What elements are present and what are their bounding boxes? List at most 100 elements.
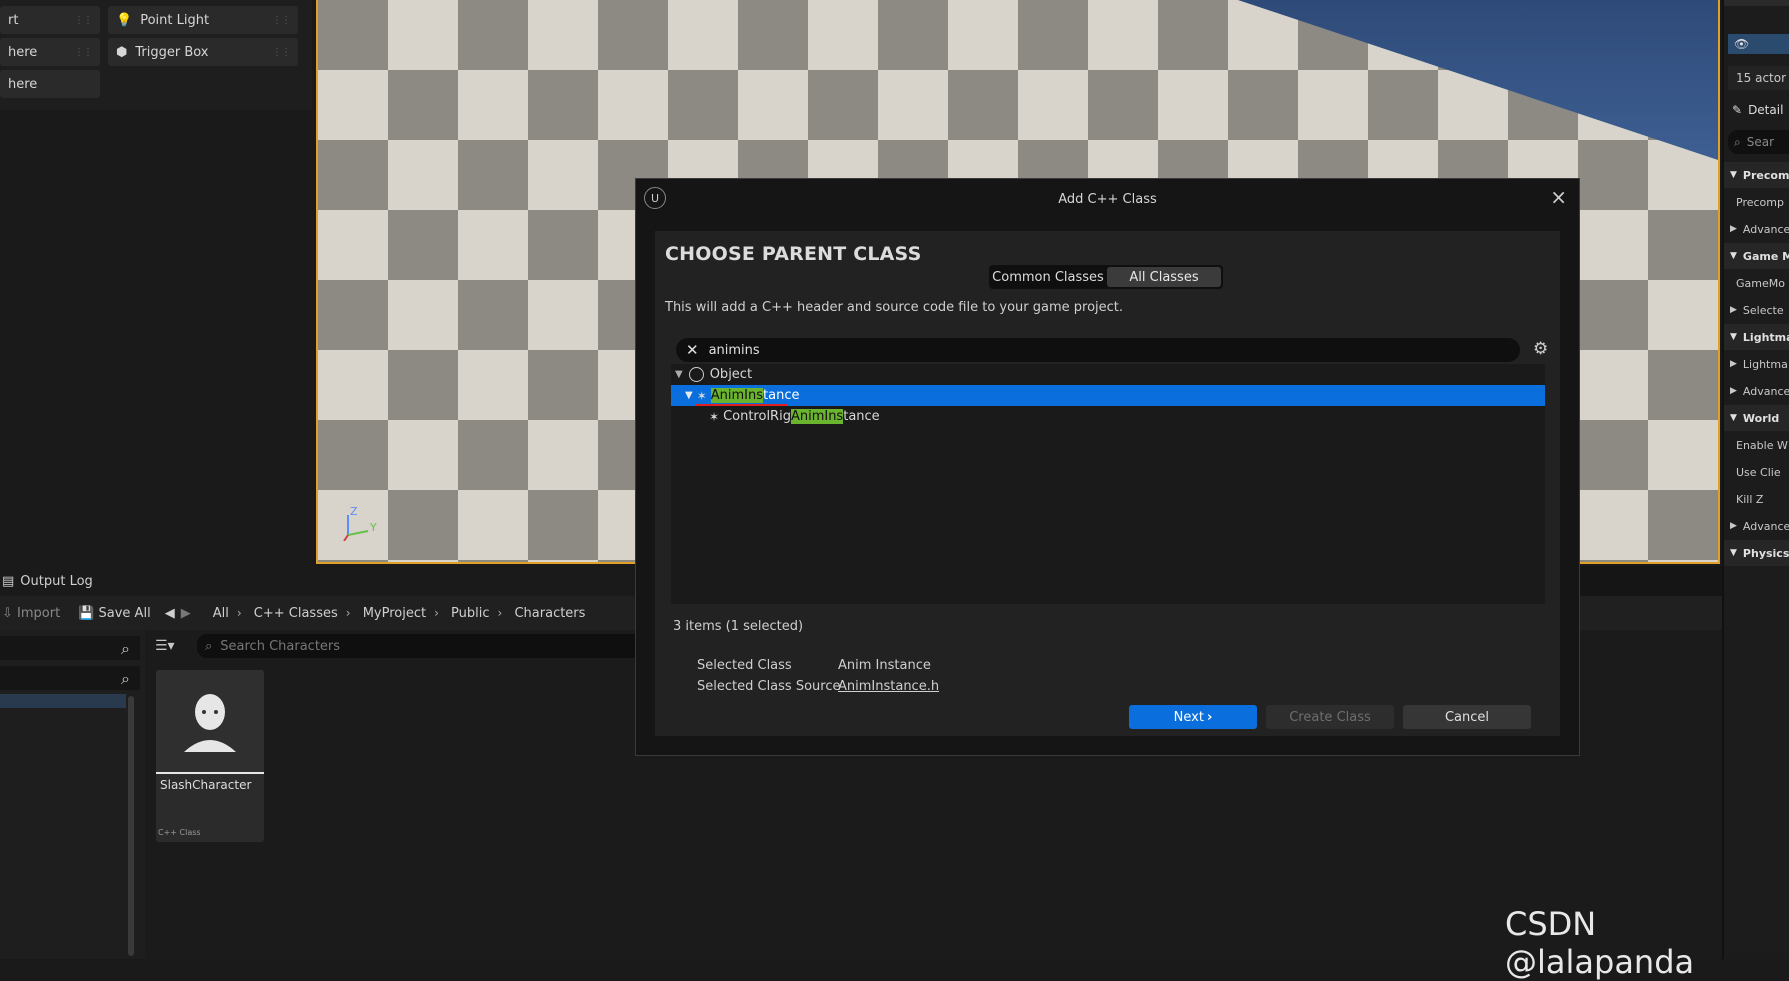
save-all-button[interactable]: 💾 Save All (78, 606, 151, 621)
eye-icon[interactable]: 👁 (1734, 37, 1749, 51)
breadcrumb-public[interactable]: Public (451, 606, 489, 621)
anim-class-icon: ✶ (696, 388, 707, 403)
details-category-header[interactable]: ▼ World (1724, 405, 1789, 431)
details-category-header[interactable]: ▼ Precomp (1724, 162, 1789, 188)
details-row-label: Advance (1742, 384, 1789, 398)
dialog-heading: CHOOSE PARENT CLASS (665, 243, 922, 265)
character-icon (184, 694, 236, 752)
selected-source-link[interactable]: AnimInstance.h (838, 679, 939, 694)
details-category-header[interactable]: ▼ Lightma (1724, 324, 1789, 350)
details-property-row[interactable]: ▶ Advance (1724, 216, 1789, 242)
chevron-right-icon: › (434, 605, 439, 620)
place-item-label: here (8, 76, 38, 92)
match-rest: tance (763, 388, 800, 403)
chevron-right-icon: › (497, 605, 503, 620)
place-item-point-light[interactable]: 💡 Point Light ⋮⋮ (108, 6, 298, 34)
breadcrumb-cpp-classes[interactable]: C++ Classes (254, 606, 338, 621)
forward-arrow-icon[interactable]: ▶ (181, 606, 191, 621)
tree-row-object[interactable]: ▼ Object (671, 364, 1545, 385)
details-property-row[interactable]: ▶ Lightma (1724, 351, 1789, 377)
create-class-button[interactable]: Create Class (1266, 705, 1394, 729)
class-search-input[interactable]: ✕ animins (676, 338, 1520, 362)
drag-grip-icon[interactable]: ⋮⋮ (74, 47, 93, 58)
details-tab[interactable]: ✎ Detail (1728, 98, 1789, 122)
details-row-label: Selecte (1742, 303, 1784, 317)
output-log-tab[interactable]: ▤ Output Log (0, 566, 640, 596)
breadcrumb-characters[interactable]: Characters (514, 606, 585, 621)
details-property-row[interactable]: Precomp (1724, 189, 1789, 215)
back-arrow-icon[interactable]: ◀ (165, 606, 175, 621)
close-icon[interactable]: × (1550, 185, 1567, 209)
place-item[interactable]: here (0, 70, 100, 98)
asset-type: C++ Class (158, 828, 201, 837)
details-category-header[interactable]: ▼ Game M (1724, 243, 1789, 269)
drag-grip-icon[interactable]: ⋮⋮ (272, 15, 291, 26)
breadcrumb-all[interactable]: All (213, 606, 229, 621)
match-rest: tance (843, 409, 880, 424)
search-icon: ⌕ (121, 639, 130, 658)
details-property-row[interactable]: ▶ Advance (1724, 378, 1789, 404)
selected-class-label: Selected Class (697, 658, 792, 673)
property-indent: ▶ (1730, 521, 1737, 531)
details-property-row[interactable]: GameMo (1724, 270, 1789, 296)
details-property-row[interactable]: ▶ Selecte (1724, 297, 1789, 323)
tab-all-classes[interactable]: All Classes (1107, 267, 1221, 287)
folder-search-input[interactable]: ⌕ (0, 636, 140, 660)
search-icon: ⌕ (1734, 134, 1741, 149)
filter-icon[interactable]: ☰▾ (155, 638, 175, 654)
selected-source-label: Selected Class Source (697, 679, 841, 694)
search-icon: ⌕ (121, 669, 130, 688)
tab-common-classes[interactable]: Common Classes (991, 267, 1105, 287)
folder-selected-row[interactable] (0, 694, 126, 708)
details-row-label: Lightma (1742, 330, 1789, 344)
asset-tile-slashcharacter[interactable]: SlashCharacter C++ Class (156, 670, 264, 842)
items-count: 3 items (1 selected) (673, 619, 804, 634)
details-search-placeholder: Sear (1746, 135, 1775, 149)
outliner-details-panel: 👁 15 actor ✎ Detail ⌕ Sear ▼ Precomp Prec… (1722, 0, 1789, 959)
place-item[interactable]: here ⋮⋮ (0, 38, 100, 66)
details-property-row[interactable]: Use Clie (1724, 459, 1789, 485)
place-item-trigger-box[interactable]: ⬢ Trigger Box ⋮⋮ (108, 38, 298, 66)
next-button[interactable]: Next › (1129, 705, 1257, 729)
place-item-label: Point Light (140, 12, 210, 28)
dialog-description: This will add a C++ header and source co… (665, 300, 1124, 315)
property-indent: ▶ (1730, 224, 1737, 234)
expand-arrow-icon[interactable]: ▼ (1730, 251, 1737, 261)
scrollbar[interactable] (128, 696, 134, 956)
import-button[interactable]: ⇩ Import (2, 606, 60, 621)
gear-icon[interactable]: ⚙ (1533, 339, 1548, 359)
property-indent: ▶ (1730, 386, 1737, 396)
tree-row-controlriganiminstance[interactable]: ✶ ControlRigAnimInstance (671, 406, 1545, 427)
place-item[interactable]: rt ⋮⋮ (0, 6, 100, 34)
details-property-row[interactable]: Kill Z (1724, 486, 1789, 512)
details-row-label: Advance (1742, 519, 1789, 533)
asset-search-input[interactable]: ⌕ Search Characters (197, 634, 677, 658)
details-row-label: Game M (1742, 249, 1789, 263)
expand-arrow-icon[interactable]: ▼ (675, 369, 683, 380)
details-row-label: Kill Z (1736, 492, 1764, 506)
expand-arrow-icon[interactable]: ▼ (1730, 548, 1737, 558)
cancel-button[interactable]: Cancel (1403, 705, 1531, 729)
eye-visibility-row[interactable]: 👁 (1728, 34, 1789, 54)
expand-arrow-icon[interactable]: ▼ (685, 390, 693, 401)
details-category-header[interactable]: ▼ Physics (1724, 540, 1789, 566)
collections-search-input[interactable]: ⌕ (0, 666, 140, 690)
clear-search-icon[interactable]: ✕ (686, 341, 699, 359)
expand-arrow-icon[interactable]: ▼ (1730, 170, 1737, 180)
details-search[interactable]: ⌕ Sear (1728, 130, 1789, 154)
drag-grip-icon[interactable]: ⋮⋮ (272, 47, 291, 58)
drag-grip-icon[interactable]: ⋮⋮ (74, 15, 93, 26)
details-property-row[interactable]: ▶ Advance (1724, 513, 1789, 539)
details-property-row[interactable]: Enable W (1724, 432, 1789, 458)
match-highlight: AnimIns (790, 409, 844, 424)
dialog-title: Add C++ Class (1058, 191, 1157, 207)
breadcrumb-myproject[interactable]: MyProject (363, 606, 426, 621)
class-tree: ▼ Object ▼ ✶ AnimInstance ✶ ControlRigAn… (671, 364, 1545, 604)
chevron-right-icon: › (236, 605, 242, 620)
expand-arrow-icon[interactable]: ▼ (1730, 413, 1737, 423)
tree-row-animinstance-selected[interactable]: ▼ ✶ AnimInstance (671, 385, 1545, 406)
add-cpp-class-dialog: U Add C++ Class × CHOOSE PARENT CLASS Co… (635, 178, 1580, 756)
tree-row-label: AnimInstance (694, 388, 800, 406)
expand-arrow-icon[interactable]: ▼ (1730, 332, 1737, 342)
anim-class-icon: ✶ (709, 409, 720, 424)
